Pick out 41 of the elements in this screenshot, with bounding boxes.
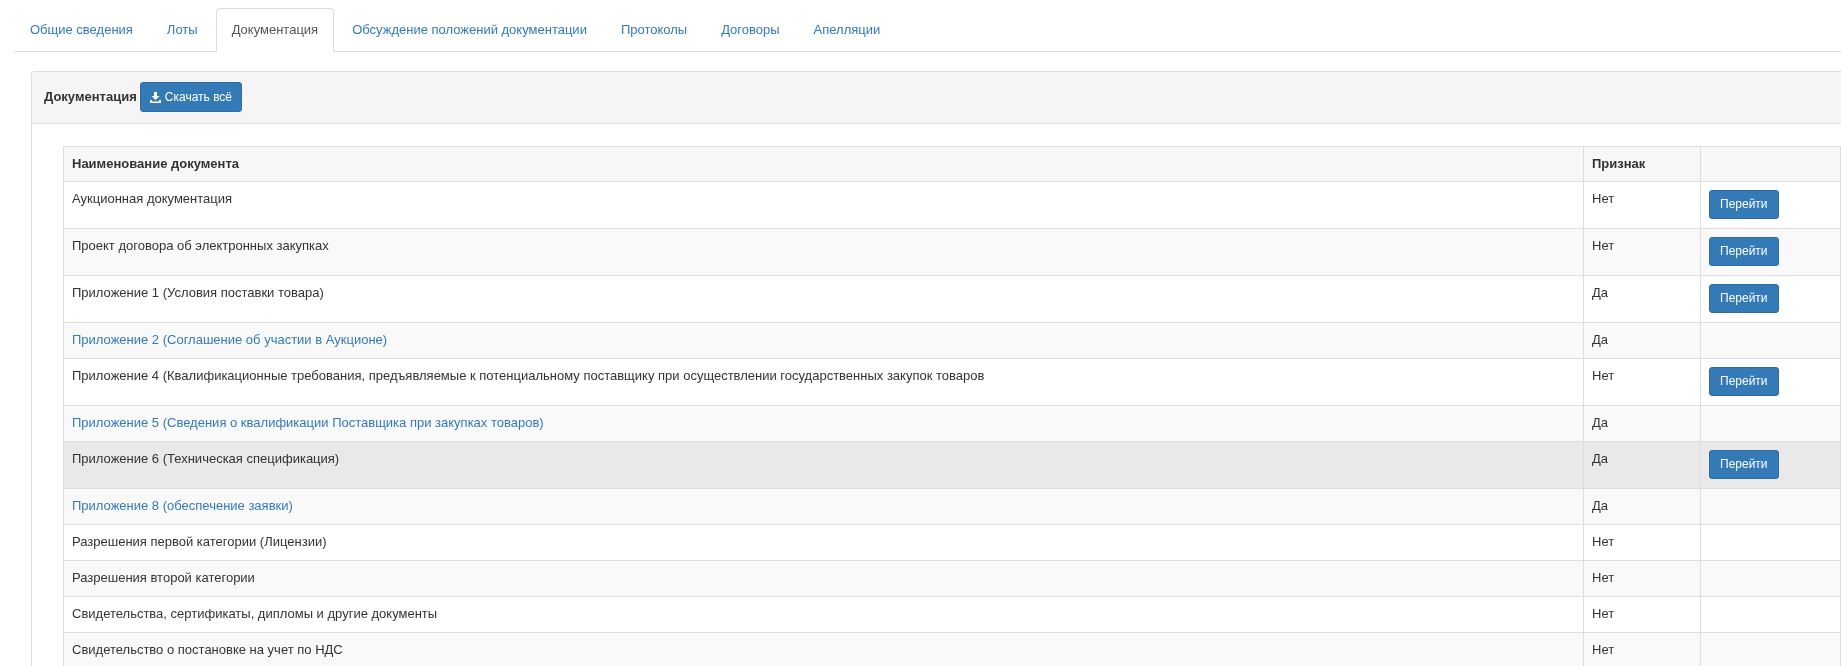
flag-cell: Нет [1583,181,1701,229]
document-name: Свидетельство о постановке на учет по НДС [72,642,343,658]
tab[interactable]: Общие сведения [14,8,149,52]
flag-cell: Нет [1583,632,1701,666]
go-button[interactable]: Перейти [1709,190,1779,219]
document-name: Разрешения второй категории [72,570,255,586]
go-button[interactable]: Перейти [1709,450,1779,479]
document-link[interactable]: Приложение 2 (Соглашение об участии в Аукционе) [72,332,388,348]
flag-cell: Нет [1583,560,1701,597]
download-icon [149,91,161,103]
document-name: Проект договора об электронных закупках [72,238,329,254]
go-button[interactable]: Перейти [1709,367,1779,396]
document-name: Приложение 1 (Условия поставки товара) [72,285,324,301]
flag-cell: Нет [1583,596,1701,633]
flag-cell: Да [1583,275,1701,323]
tab[interactable]: Договоры [705,8,796,52]
flag-cell: Нет [1583,524,1701,561]
document-name: Свидетельства, сертификаты, дипломы и другие документы [72,606,438,622]
document-link[interactable]: Приложение 5 (Сведения о квалификации Поставщика при закупках товаров) [72,415,544,431]
document-name: Аукционная документация [72,191,233,207]
flag-cell: Да [1583,405,1701,442]
go-button[interactable]: Перейти [1709,284,1779,313]
tab[interactable]: Протоколы [604,8,704,52]
tab[interactable]: Документация [215,8,335,52]
tab[interactable]: Обсуждение положений документации [336,8,603,52]
panel-title: Документация [44,88,137,107]
document-name: Приложение 6 (Техническая спецификация) [72,451,340,467]
download-all-button[interactable]: Скачать всё [139,82,243,112]
column-header: Признак [1583,146,1701,182]
document-name: Приложение 4 (Квалификационные требования, предъявляемые к потенциальному поставщику при осуществлении государственных закупок товаров [72,368,985,384]
document-link[interactable]: Приложение 8 (обеспечение заявки) [72,498,293,514]
tab[interactable]: Апелляции [797,8,897,52]
flag-cell: Да [1583,488,1701,525]
go-button[interactable]: Перейти [1709,237,1779,266]
document-name: Разрешения первой категории (Лицензии) [72,534,327,550]
column-header: Наименование документа [63,146,1584,182]
flag-cell: Нет [1583,228,1701,276]
flag-cell: Нет [1583,358,1701,406]
tab[interactable]: Лоты [150,8,214,52]
flag-cell: Да [1583,441,1701,489]
flag-cell: Да [1583,322,1701,359]
